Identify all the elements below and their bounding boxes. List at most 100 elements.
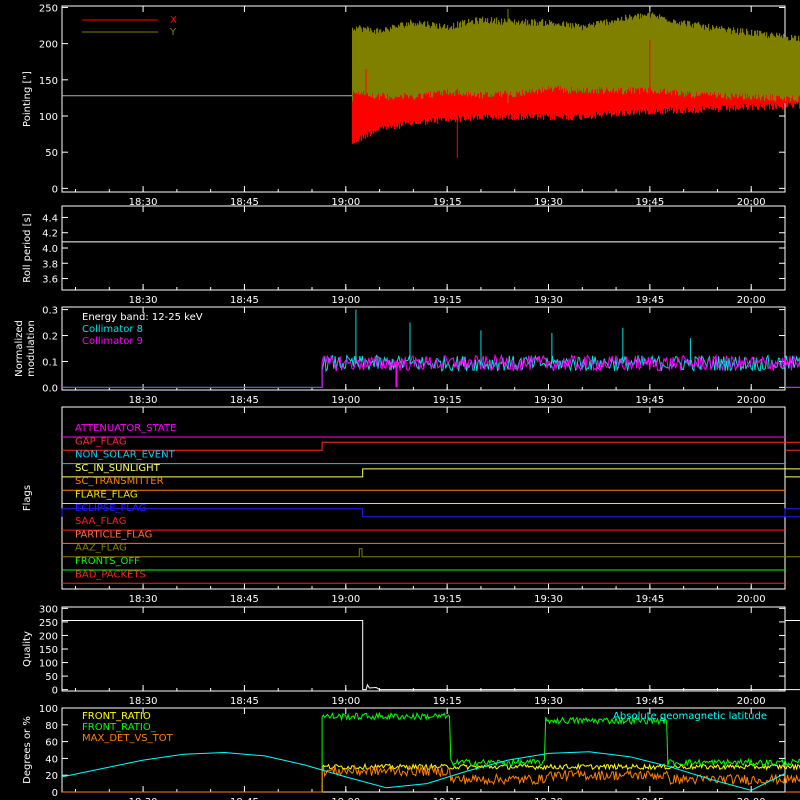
y-tick-label: 0.3 <box>42 306 58 317</box>
legend-label: Energy band: 12-25 keV <box>82 312 203 323</box>
y-tick-label: 0 <box>52 184 58 195</box>
x-tick-label: 20:00 <box>737 696 766 707</box>
series-collimator-9 <box>62 353 800 388</box>
y-tick-label: 4.0 <box>42 244 58 255</box>
y-axis-label: Pointing ["] <box>22 71 33 127</box>
flag-label-fronts-off: FRONTS_OFF <box>75 556 140 567</box>
x-tick-label: 19:45 <box>635 594 664 605</box>
legend-label: Collimator 8 <box>82 324 143 335</box>
y-axis-label: Flags <box>22 485 33 511</box>
x-tick-label: 18:45 <box>230 295 259 306</box>
x-tick-label: 18:30 <box>129 696 158 707</box>
quality-panel: 18:30 18:45 19:00 19:15 19:30 19:45 20:00 0 50 10… <box>22 604 800 707</box>
x-tick-label: 19:30 <box>534 696 563 707</box>
y-tick-label: 0.2 <box>42 332 58 343</box>
y-tick-label: 200 <box>39 631 58 642</box>
x-tick-label: 19:45 <box>635 696 664 707</box>
x-tick-label: 20:00 <box>737 594 766 605</box>
flag-label-saa-flag: SAA_FLAG <box>75 516 126 527</box>
y-tick-label: 300 <box>39 604 58 615</box>
y-axis-label: Quality <box>22 631 33 667</box>
x-tick-label: 18:45 <box>230 696 259 707</box>
flags-panel: 18:30 18:45 19:00 19:15 19:30 19:45 20:00 Flags… <box>22 406 800 605</box>
roll-frame <box>61 205 786 291</box>
x-tick-label: 19:15 <box>433 395 462 406</box>
x-tick-label: 18:30 <box>129 295 158 306</box>
y-tick-label: 150 <box>39 76 58 87</box>
flag-label-non-solar-event: NON_SOLAR_EVENT <box>75 450 176 461</box>
x-tick-label: 20:00 <box>737 295 766 306</box>
x-tick-label: 19:45 <box>635 295 664 306</box>
flag-trace <box>62 468 800 478</box>
x-tick-label: 19:00 <box>331 395 360 406</box>
flag-trace <box>61 508 800 518</box>
legend-label-x: X <box>170 15 177 26</box>
legend-label: FRONT_RATIO <box>82 711 151 722</box>
flag-label-aaz-flag: AAZ_FLAG <box>75 543 127 554</box>
quality-trace <box>62 620 800 691</box>
x-tick-label: 18:45 <box>230 395 259 406</box>
y-tick-label: 0.1 <box>42 357 58 368</box>
ratio-panel: 18:3018:4519:0019:1519:3019:4520:0002040… <box>22 704 800 800</box>
y-tick-label: 3.6 <box>42 275 58 286</box>
y-tick-label: 4.2 <box>42 229 58 240</box>
legend-label: FRONT_RATIO_ <box>82 722 157 733</box>
x-tick-label: 18:45 <box>230 594 259 605</box>
y-tick-label: 100 <box>39 659 58 670</box>
quality-frame <box>61 606 786 692</box>
latitude-curve <box>61 751 786 791</box>
y-tick-label: 100 <box>39 112 58 123</box>
x-tick-label: 19:00 <box>331 594 360 605</box>
y-tick-label: 0 <box>52 788 58 799</box>
y-tick-label: 250 <box>39 3 58 14</box>
x-tick-label: 19:15 <box>433 295 462 306</box>
y-tick-label: 200 <box>39 40 58 51</box>
x-tick-label: 19:30 <box>534 594 563 605</box>
x-tick-label: 19:30 <box>534 295 563 306</box>
y-axis-label: Normalized <box>14 320 25 377</box>
flag-label-bad-packets: BAD_PACKETS <box>75 569 146 580</box>
x-tick-label: 19:45 <box>635 395 664 406</box>
x-tick-label: 19:00 <box>331 295 360 306</box>
y-tick-label: 0 <box>52 686 58 697</box>
modulation-panel: 18:30 18:45 19:00 19:15 19:30 19:45 20:00 0.0 0.… <box>14 306 800 406</box>
legend-label: MAX_DET_VS_TOT <box>82 733 174 744</box>
y-tick-label: 80 <box>45 721 58 732</box>
series-y-trace <box>352 11 800 103</box>
flag-label-sc-in-sunlight: SC_IN_SUNLIGHT <box>75 463 161 474</box>
series-collimator-8 <box>62 354 800 388</box>
y-axis-label: Roll period [s] <box>22 213 33 282</box>
y-tick-label: 50 <box>45 672 58 683</box>
y-tick-label: 60 <box>45 738 58 749</box>
y-tick-label: 250 <box>39 618 58 629</box>
series-max-det-vs-tot <box>62 764 800 793</box>
flag-label-attenuator-state: ATTENUATOR_STATE <box>75 423 176 434</box>
y-axis-label: modulation <box>26 320 37 377</box>
y-tick-label: 4.4 <box>42 213 58 224</box>
flag-label-sc-transmitter: SC_TRANSMITTER <box>75 476 164 487</box>
flags-frame <box>61 406 786 590</box>
x-tick-label: 20:00 <box>737 395 766 406</box>
flag-trace <box>62 548 800 558</box>
x-tick-label: 19:15 <box>433 594 462 605</box>
y-tick-label: 100 <box>39 704 58 715</box>
flag-label-particle-flag: PARTICLE_FLAG <box>75 529 152 540</box>
legend-label-y: Y <box>169 27 177 38</box>
multi-panel-figure: 18:30 18:45 19:00 19:15 19:30 19:45 20:00 0 50 10… <box>14 3 800 800</box>
y-tick-label: 50 <box>45 148 58 159</box>
y-tick-label: 0.0 <box>42 383 58 394</box>
x-tick-label: 19:00 <box>331 696 360 707</box>
x-tick-label: 19:15 <box>433 696 462 707</box>
x-tick-label: 19:30 <box>534 395 563 406</box>
legend-label: Collimator 9 <box>82 336 143 347</box>
latitude-annotation: Absolute geomagnetic latitude <box>613 711 767 722</box>
x-tick-label: 18:30 <box>129 594 158 605</box>
y-tick-label: 20 <box>45 771 58 782</box>
flag-label-flare-flag: FLARE_FLAG <box>75 490 138 501</box>
roll-panel: 18:30 18:45 19:00 19:15 19:30 19:45 20:00 3.6 3.… <box>22 205 786 306</box>
y-tick-label: 3.8 <box>42 259 58 270</box>
flag-label-gap-flag: GAP_FLAG <box>75 436 127 447</box>
y-axis-label: Degrees or % <box>22 716 33 784</box>
x-tick-label: 18:30 <box>129 395 158 406</box>
pointing-panel: 18:30 18:45 19:00 19:15 19:30 19:45 20:0005010… <box>22 3 800 208</box>
